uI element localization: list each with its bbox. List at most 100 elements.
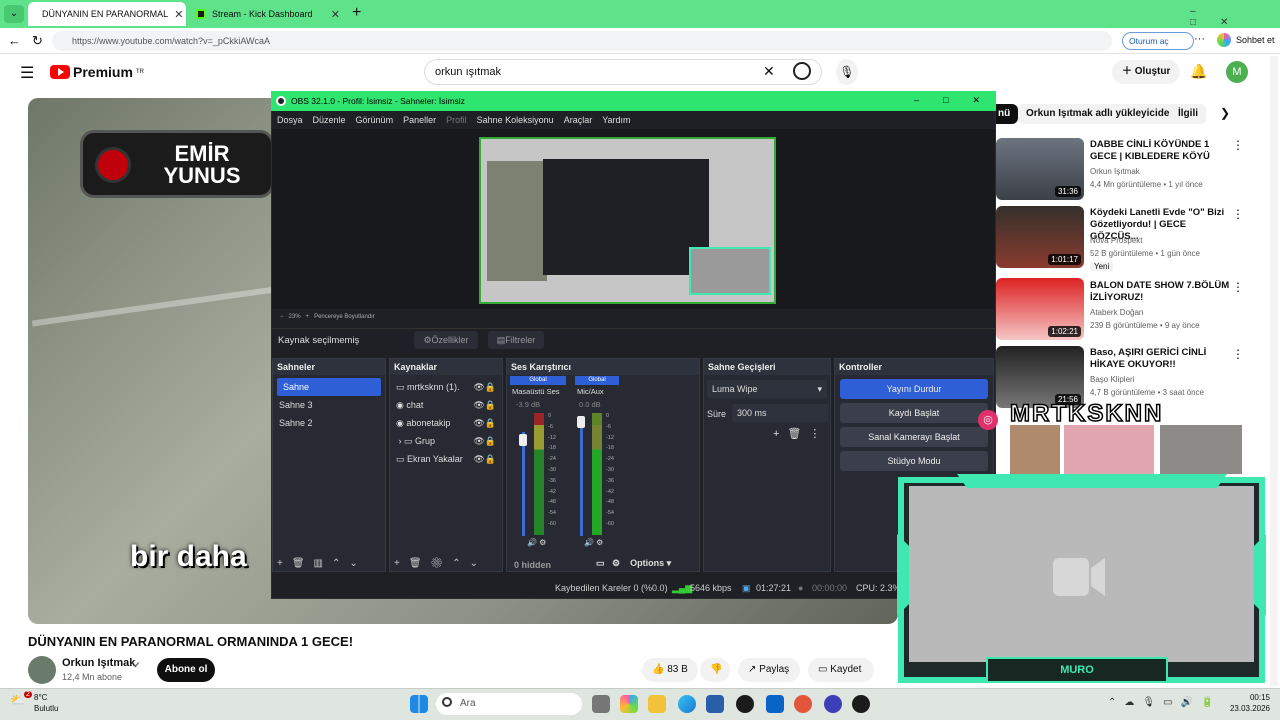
source-item[interactable]: › ▭ Grup 👁🔒 (390, 432, 502, 450)
mute-speaker-icon[interactable]: 🔊 ⚙ (527, 538, 546, 547)
back-icon[interactable]: ← (8, 33, 21, 48)
scene-item[interactable]: Sahne 2 (273, 414, 385, 432)
chip-uploader[interactable]: Orkun Işıtmak adlı yükleyiciden (1018, 104, 1184, 124)
url-field[interactable]: https://www.youtube.com/watch?v=_pCkkiAW… (52, 31, 1112, 51)
zoom-out-icon[interactable]: − (280, 314, 289, 320)
volume-slider[interactable] (522, 432, 525, 536)
app-icon[interactable] (824, 695, 842, 713)
signin-button[interactable]: Oturum aç (1122, 32, 1194, 50)
visibility-eye-icon[interactable]: 👁🔒 (473, 396, 496, 414)
more-vert-icon[interactable]: ⋮ (1232, 207, 1244, 221)
close-tab-icon[interactable]: ✕ (331, 8, 340, 21)
related-title[interactable]: DABBE CİNLİ KÖYÜNDE 1 GECE | KIBLEDERE K… (1090, 139, 1230, 163)
dislike-button[interactable]: 👎 (700, 658, 730, 682)
source-item[interactable]: ▭ Ekran Yakalar 👁🔒 (390, 450, 502, 468)
obs-window-controls[interactable]: –□✕ (914, 95, 1004, 106)
related-thumbnail[interactable]: 21:56 (996, 346, 1084, 408)
mute-speaker-icon[interactable]: 🔊 ⚙ (584, 538, 603, 547)
visibility-eye-icon[interactable]: 👁🔒 (473, 414, 496, 432)
close-tab-icon[interactable]: ✕ (174, 8, 183, 21)
outlook-icon[interactable] (766, 695, 784, 713)
more-vert-icon[interactable]: ⋮ (1232, 138, 1244, 152)
related-title[interactable]: Baso, AŞIRI GERİCİ CİNLİ HİKAYE OKUYOR!! (1090, 347, 1230, 371)
tab-actions-button[interactable]: ⌄ (4, 5, 24, 23)
menu-help[interactable]: Yardım (602, 111, 630, 129)
visibility-eye-icon[interactable]: 👁🔒 (473, 378, 496, 396)
properties-button[interactable]: ⚙Özellikler (414, 331, 478, 349)
visibility-eye-icon[interactable]: 👁🔒 (473, 450, 496, 468)
subscribe-button[interactable]: Abone ol (157, 658, 215, 682)
start-virtual-camera-button[interactable]: Sanal Kamerayı Başlat (840, 427, 988, 447)
obs-preview-canvas[interactable] (479, 137, 776, 304)
tab-kick[interactable]: Stream - Kick Dashboard ✕ (188, 2, 348, 26)
weather-widget[interactable]: ⛅ 2 8°C Bulutlu (10, 691, 70, 717)
search-icon[interactable] (793, 62, 811, 80)
volume-slider-handle[interactable] (519, 434, 527, 446)
source-item[interactable]: ◉ chat 👁🔒 (390, 396, 502, 414)
source-item[interactable]: ▭ mrtksknn (1). 👁🔒 (390, 378, 502, 396)
more-vert-icon[interactable]: ⋮ (1232, 280, 1244, 294)
taskbar-search[interactable]: Ara (436, 693, 582, 715)
studio-mode-button[interactable]: Stüdyo Modu (840, 451, 988, 471)
avatar[interactable]: M (1226, 61, 1248, 83)
menu-edit[interactable]: Düzenle (313, 111, 346, 129)
volume-slider[interactable] (580, 418, 583, 536)
zoom-in-icon[interactable]: + (306, 314, 310, 320)
clear-search-icon[interactable]: ✕ (763, 63, 775, 80)
scene-item[interactable]: Sahne (277, 378, 381, 396)
copilot-icon[interactable] (620, 695, 638, 713)
chip-related[interactable]: İlgili (1170, 104, 1206, 124)
create-button[interactable]: ＋ Oluştur (1112, 60, 1181, 84)
task-view-icon[interactable] (592, 695, 610, 713)
mixer-channel-name[interactable]: Mic/Aux (577, 387, 604, 396)
system-tray-icons[interactable]: ⌃☁🎙▭🔊🔋 (1108, 697, 1221, 708)
expand-chevron-icon[interactable]: › (396, 436, 404, 446)
duration-spinbox[interactable]: 300 ms (732, 404, 828, 422)
obs-zoom-bar[interactable]: − 23% + Pencereye Boyutlandır (272, 311, 995, 323)
filters-button[interactable]: ▤Filtreler (488, 331, 544, 349)
channel-name[interactable]: Orkun Işıtmak (62, 657, 135, 669)
calculator-icon[interactable] (706, 695, 724, 713)
source-item[interactable]: ◉ abonetakip 👁🔒 (390, 414, 502, 432)
reload-icon[interactable]: ↻ (32, 33, 43, 49)
app-icon[interactable] (794, 695, 812, 713)
related-thumbnail[interactable]: 1:02:21 (996, 278, 1084, 340)
youtube-premium-logo[interactable]: Premium TR (50, 64, 144, 80)
mic-icon[interactable]: 🎙 (836, 59, 858, 85)
menu-view[interactable]: Görünüm (356, 111, 394, 129)
related-thumbnail[interactable]: 31:36 (996, 138, 1084, 200)
mixer-options-button[interactable]: ▭ ⚙ Options ▾ (596, 558, 671, 569)
like-button[interactable]: 👍 83 B (642, 658, 698, 682)
visibility-eye-icon[interactable]: 👁🔒 (473, 432, 496, 450)
menu-profile[interactable]: Profil (446, 111, 467, 129)
related-title[interactable]: BALON DATE SHOW 7.BÖLÜM İZLİYORUZ! (1090, 280, 1230, 304)
edge-browser-icon[interactable] (678, 695, 696, 713)
share-button[interactable]: ↗ Paylaş (738, 658, 800, 682)
channel-avatar[interactable] (28, 656, 56, 684)
transition-toolbar[interactable]: +🗑⋮ (773, 427, 828, 440)
volume-slider-handle[interactable] (577, 416, 585, 428)
clock-time[interactable]: 00:15 (1226, 693, 1270, 702)
chevron-right-icon[interactable]: ❯ (1220, 106, 1230, 120)
menu-docks[interactable]: Paneller (403, 111, 436, 129)
stop-stream-button[interactable]: Yayını Durdur (840, 379, 988, 399)
hamburger-menu-icon[interactable]: ☰ (20, 63, 34, 83)
start-windows-icon[interactable] (410, 695, 428, 713)
notifications-bell-icon[interactable]: 🔔 (1190, 63, 1207, 80)
more-icon[interactable]: ··· (1194, 33, 1205, 45)
xbox-icon[interactable] (736, 695, 754, 713)
start-recording-button[interactable]: Kaydı Başlat (840, 403, 988, 423)
page-scrollbar[interactable] (1270, 56, 1278, 686)
clock-date[interactable]: 23.03.2026 (1226, 704, 1270, 713)
scene-item[interactable]: Sahne 3 (273, 396, 385, 414)
mixer-channel-name[interactable]: Masaüstü Ses (512, 387, 560, 396)
tab-youtube[interactable]: DÜNYANIN EN PARANORMAL ✕ (28, 2, 186, 26)
fit-window-label[interactable]: Pencereye Boyutlandır (314, 314, 375, 320)
menu-scene-collection[interactable]: Sahne Koleksiyonu (477, 111, 554, 129)
more-vert-icon[interactable]: ⋮ (1232, 347, 1244, 361)
new-tab-button[interactable]: + (352, 4, 361, 22)
window-controls[interactable]: –□✕ (1190, 6, 1280, 28)
sources-toolbar[interactable]: +🗑⚙⌃⌄ (394, 558, 487, 569)
save-button[interactable]: ▭ Kaydet (808, 658, 874, 682)
related-thumbnail[interactable]: 1:01:17 (996, 206, 1084, 268)
